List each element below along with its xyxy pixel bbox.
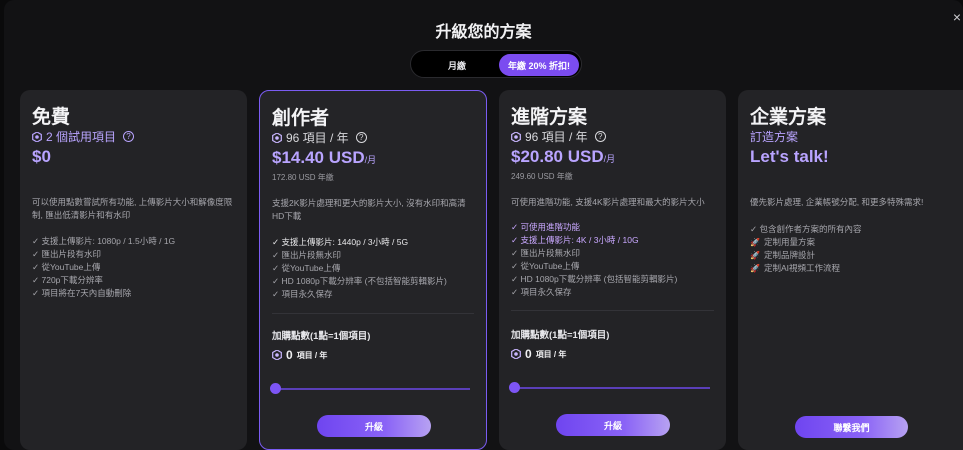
feature-item: 項目永久保存: [511, 286, 677, 299]
plan-name: 創作者: [272, 108, 330, 129]
credit-gem-icon: [272, 350, 282, 360]
feature-item: 可使用進階功能: [511, 221, 677, 234]
plan-feature-list: 支援上傳影片: 1080p / 1.5小時 / 1G 匯出片段有水印 從YouT…: [32, 235, 175, 300]
plan-price-amount: $14.40 USD: [272, 148, 365, 167]
slider-handle[interactable]: [270, 383, 281, 394]
plan-card-creator: 創作者 96 項目 / 年 ? $14.40 USD/月 172.80 USD …: [259, 90, 487, 450]
plan-credits-label: 96 項目 / 年: [286, 131, 349, 145]
plan-card-enterprise: 企業方案 訂造方案 Let's talk! 優先影片處理, 企業帳號分配, 和更…: [738, 90, 963, 450]
rocket-icon: 🚀: [750, 251, 760, 260]
feature-item: 從YouTube上傳: [32, 261, 175, 274]
feature-item: 🚀 定制品牌設計: [750, 249, 862, 262]
plan-description: 可以使用點數嘗試所有功能, 上傳影片大小和解像度限制, 匯出低清影片和有水印: [32, 197, 233, 220]
credit-gem-icon: [511, 349, 521, 359]
addon-credits-unit: 項目 / 年: [296, 350, 328, 360]
plan-card-free: 免費 2 個試用項目 ? $0 可以使用點數嘗試所有功能, 上傳影片大小和解像度…: [20, 90, 247, 450]
plan-price-amount: $20.80 USD: [511, 147, 604, 166]
addon-credits-unit: 項目 / 年: [535, 349, 567, 359]
plan-credits-label: 96 項目 / 年: [525, 130, 588, 144]
help-icon[interactable]: ?: [594, 131, 606, 142]
addon-credits-value: 0 項目 / 年: [272, 348, 327, 362]
credit-gem-icon: [511, 131, 521, 142]
plan-yearly-price: 172.80 USD 年繳: [272, 173, 334, 182]
addon-credits-slider[interactable]: [509, 382, 710, 393]
plan-price: $14.40 USD/月: [272, 148, 376, 168]
plan-credits: 96 項目 / 年 ?: [511, 128, 606, 145]
billing-toggle: 月繳 年繳 20% 折扣!: [410, 50, 582, 78]
feature-item: 項目永久保存: [272, 288, 447, 301]
plan-price-period: /月: [364, 155, 377, 165]
feature-item: 匯出片段無水印: [272, 249, 447, 262]
feature-item: 項目將在7天內自動刪除: [32, 287, 175, 300]
feature-item: 從YouTube上傳: [272, 262, 447, 275]
feature-item-label: 定制品牌設計: [764, 250, 816, 260]
plan-description: 支援2K影片處理和更大的影片大小, 沒有水印和高清HD下載: [272, 198, 466, 221]
feature-item: 支援上傳影片: 1080p / 1.5小時 / 1G: [32, 235, 175, 248]
addon-credits-title: 加購點數(1點=1個項目): [511, 330, 610, 341]
feature-item: 從YouTube上傳: [511, 260, 677, 273]
plan-card-advanced: 進階方案 96 項目 / 年 ? $20.80 USD/月 249.60 USD…: [499, 90, 726, 450]
contact-us-button[interactable]: 聯繫我們: [795, 416, 908, 438]
help-icon[interactable]: ?: [123, 131, 135, 142]
addon-credits-value: 0 項目 / 年: [511, 347, 566, 361]
addon-credits-slider[interactable]: [270, 383, 470, 394]
plan-subtitle: 訂造方案: [750, 130, 799, 144]
upgrade-button[interactable]: 升級: [317, 415, 431, 437]
feature-item-label: 定制AI視頻工作流程: [764, 263, 841, 273]
plan-feature-list: 支援上傳影片: 1440p / 3小時 / 5G 匯出片段無水印 從YouTub…: [272, 236, 447, 301]
feature-item: HD 1080p下載分辨率 (不包括智能剪輯影片): [272, 275, 446, 288]
feature-item: 支援上傳影片: 4K / 3小時 / 10G: [511, 234, 677, 247]
plan-price: Let's talk!: [750, 147, 829, 166]
billing-yearly-option[interactable]: 年繳 20% 折扣!: [499, 54, 579, 76]
feature-item: 🚀 定制用量方案: [750, 236, 862, 249]
plan-price-period: /月: [603, 154, 616, 164]
addon-credits-amount: 0: [286, 348, 293, 362]
feature-item: 包含創作者方案的所有內容: [750, 223, 861, 236]
feature-item-label: 定制用量方案: [764, 237, 816, 247]
plan-name: 企業方案: [750, 107, 827, 128]
plan-credits: 96 項目 / 年 ?: [272, 129, 367, 146]
plan-description: 可使用進階功能, 支援4K影片處理和最大的影片大小: [511, 197, 705, 207]
plan-price: $0: [32, 147, 51, 166]
upgrade-button[interactable]: 升級: [556, 414, 670, 436]
plan-name: 進階方案: [511, 107, 588, 128]
plan-yearly-price: 249.60 USD 年繳: [511, 172, 573, 181]
credit-gem-icon: [272, 132, 282, 143]
addon-credits-amount: 0: [525, 347, 532, 361]
upgrade-plan-modal: × 升級您的方案 月繳 年繳 20% 折扣! 免費 2 個試用項目 ? $0 可…: [4, 0, 963, 450]
plan-feature-list: 包含創作者方案的所有內容 🚀 定制用量方案 🚀 定制品牌設計 🚀 定制AI視頻工作流程: [750, 223, 862, 275]
feature-item: 🚀 定制AI視頻工作流程: [750, 262, 862, 275]
divider: [272, 313, 474, 314]
plan-feature-list: 可使用進階功能 支援上傳影片: 4K / 3小時 / 10G 匯出片段無水印 從…: [511, 221, 677, 299]
feature-item: 匯出片段有水印: [32, 248, 175, 261]
plan-name: 免費: [32, 107, 71, 128]
plan-description: 優先影片處理, 企業帳號分配, 和更多特殊需求!: [750, 197, 924, 207]
slider-handle[interactable]: [509, 382, 520, 393]
feature-item: HD 1080p下載分辨率 (包括智能剪輯影片): [511, 273, 677, 286]
modal-title: 升級您的方案: [435, 24, 532, 41]
plan-credits-label: 2 個試用項目: [46, 130, 117, 144]
feature-item: 支援上傳影片: 1440p / 3小時 / 5G: [272, 236, 447, 249]
feature-item: 720p下載分辨率: [32, 274, 175, 287]
credit-gem-icon: [32, 131, 42, 142]
rocket-icon: 🚀: [750, 264, 760, 273]
addon-credits-title: 加購點數(1點=1個項目): [272, 331, 371, 342]
billing-monthly-option[interactable]: 月繳: [417, 54, 497, 76]
help-icon[interactable]: ?: [355, 132, 367, 143]
rocket-icon: 🚀: [750, 238, 760, 247]
plan-credits: 2 個試用項目 ?: [32, 128, 135, 145]
plan-price: $20.80 USD/月: [511, 147, 615, 167]
feature-item: 匯出片段無水印: [511, 247, 677, 260]
divider: [511, 310, 714, 311]
